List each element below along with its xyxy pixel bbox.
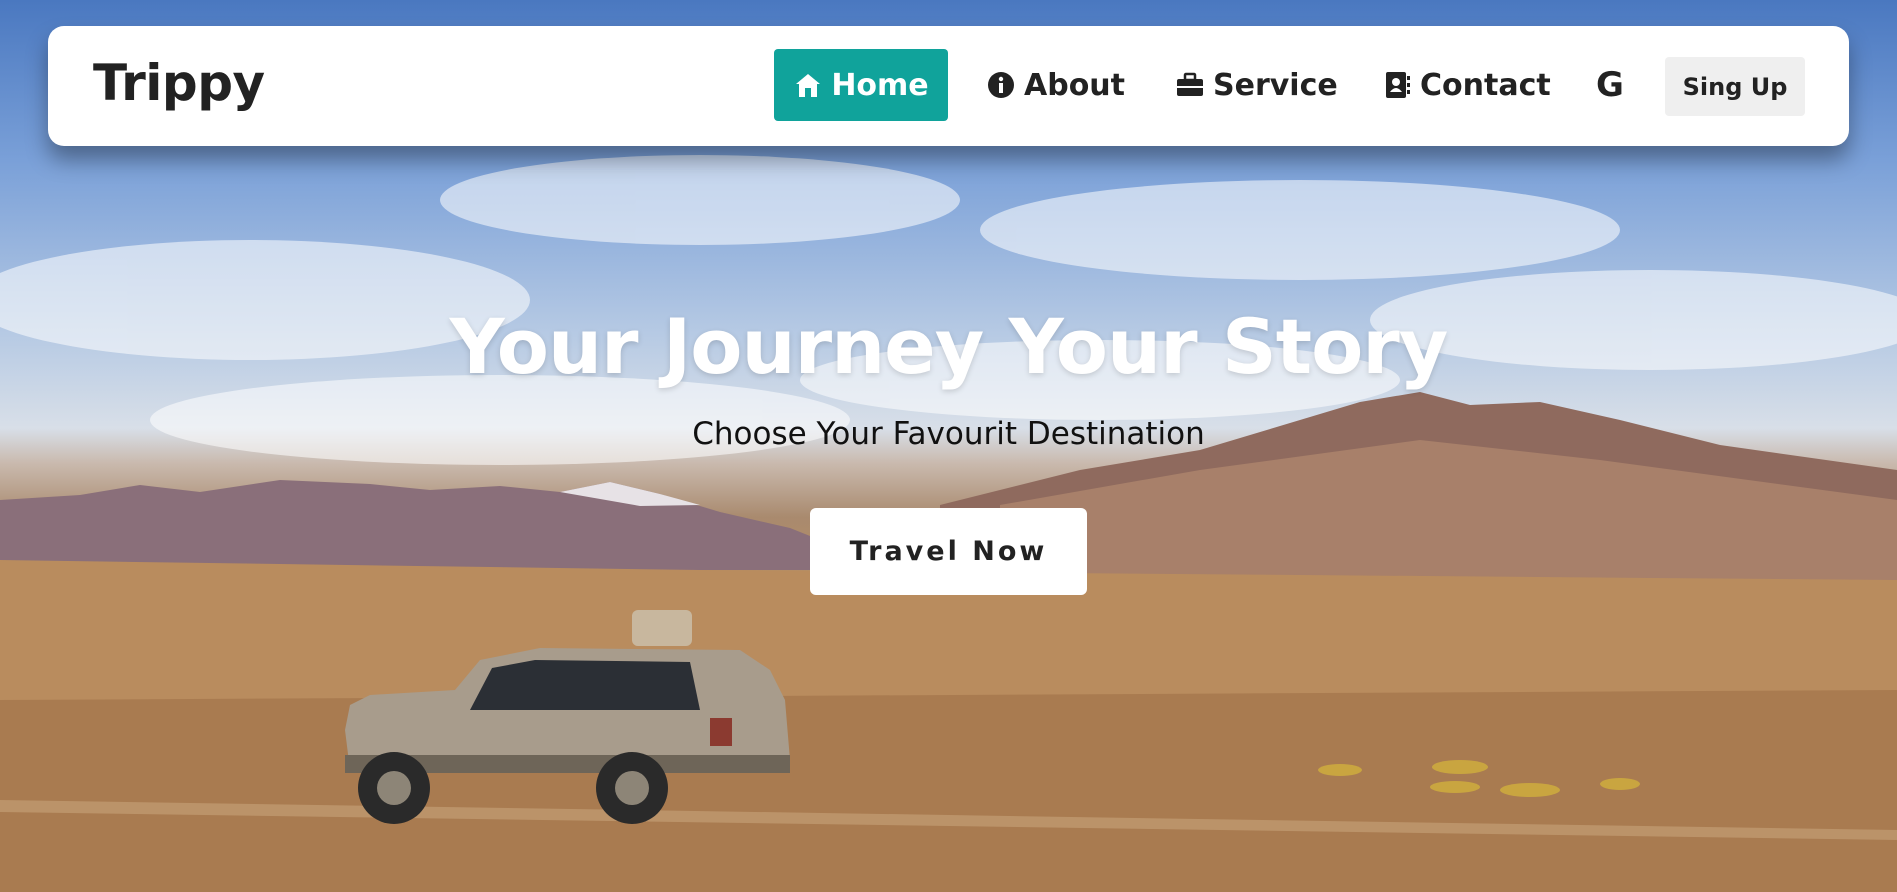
briefcase-icon [1175, 70, 1205, 100]
hero-section: Trippy Home About Service Contact G Sing… [0, 0, 1897, 892]
hero-subtitle: Choose Your Favourit Destination [692, 416, 1205, 452]
nav-contact-link[interactable]: Contact [1382, 49, 1551, 121]
hero-title: Your Journey Your Story [449, 302, 1449, 391]
google-icon[interactable]: G [1596, 49, 1624, 121]
nav-about-label: About [1024, 67, 1126, 103]
brand-logo[interactable]: Trippy [93, 54, 265, 112]
navbar: Trippy Home About Service Contact G Sing… [48, 26, 1849, 146]
nav-service-link[interactable]: Service [1175, 49, 1338, 121]
signup-button[interactable]: Sing Up [1665, 57, 1805, 116]
travel-now-button[interactable]: Travel Now [810, 508, 1087, 595]
address-book-icon [1382, 70, 1412, 100]
info-circle-icon [986, 70, 1016, 100]
nav-home-link[interactable]: Home [774, 49, 948, 121]
house-icon [793, 70, 823, 100]
nav-about-link[interactable]: About [986, 49, 1125, 121]
nav-contact-label: Contact [1420, 67, 1551, 103]
nav-service-label: Service [1213, 67, 1338, 103]
nav-home-label: Home [831, 67, 929, 103]
